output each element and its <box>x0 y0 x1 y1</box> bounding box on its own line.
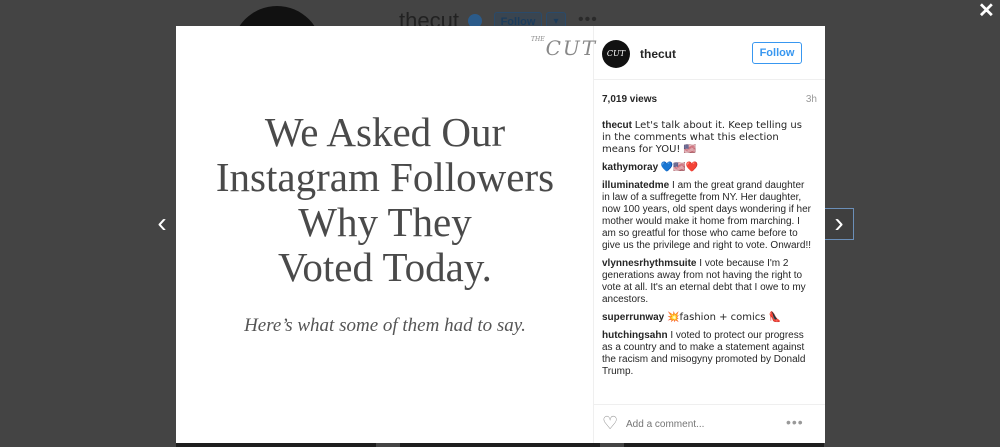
comment-author[interactable]: illuminatedme <box>602 180 669 191</box>
username-link[interactable]: thecut <box>640 47 676 61</box>
post-sidebar: CUT thecut Follow 7,019 views 3h thecut … <box>594 26 825 443</box>
comment-item: kathymoray 💙🇺🇸❤️ <box>602 162 814 174</box>
comment-item: vlynnesrhythmsuite I vote because I'm 2 … <box>602 258 814 306</box>
comment-author[interactable]: hutchingsahn <box>602 330 668 341</box>
avatar[interactable]: CUT <box>602 40 630 68</box>
close-icon[interactable]: ✕ <box>978 1 995 21</box>
post-subheadline: Here’s what some of them had to say. <box>244 315 526 336</box>
post-meta: 7,019 views 3h <box>602 94 817 108</box>
comment-item: hutchingsahn I voted to protect our prog… <box>602 330 814 378</box>
comment-footer: ♡ ••• <box>594 404 825 443</box>
comment-author[interactable]: thecut <box>602 120 632 131</box>
more-options-icon[interactable]: ••• <box>786 414 804 430</box>
comment-text: Let's talk about it. Keep telling us in … <box>602 120 802 155</box>
comment-item: superrunway 💥fashion + comics 👠 <box>602 312 814 324</box>
comment-text: 💙🇺🇸❤️ <box>660 162 699 173</box>
post-modal: THECUT We Asked Our Instagram Followers … <box>176 26 825 443</box>
post-timestamp[interactable]: 3h <box>806 94 817 105</box>
comment-text: 💥fashion + comics 👠 <box>667 312 782 323</box>
comment-author[interactable]: kathymoray <box>602 162 658 173</box>
post-headline: We Asked Our Instagram Followers Why The… <box>215 109 555 290</box>
view-count[interactable]: 7,019 views <box>602 94 657 105</box>
add-comment-input[interactable] <box>626 414 776 434</box>
heart-icon[interactable]: ♡ <box>602 415 620 433</box>
comments-list[interactable]: thecut Let's talk about it. Keep telling… <box>602 120 814 400</box>
follow-button[interactable]: Follow <box>752 42 802 64</box>
comment-item: thecut Let's talk about it. Keep telling… <box>602 120 814 156</box>
next-post-icon[interactable]: › <box>824 208 854 240</box>
comment-author[interactable]: vlynnesrhythmsuite <box>602 258 696 269</box>
the-cut-logo: THECUT <box>531 36 598 60</box>
comment-author[interactable]: superrunway <box>602 312 664 323</box>
comment-item: illuminatedme I am the great grand daugh… <box>602 180 814 252</box>
post-image: THECUT We Asked Our Instagram Followers … <box>176 26 598 443</box>
post-header: CUT thecut Follow <box>594 26 825 80</box>
previous-post-icon[interactable]: ‹ <box>150 208 174 240</box>
